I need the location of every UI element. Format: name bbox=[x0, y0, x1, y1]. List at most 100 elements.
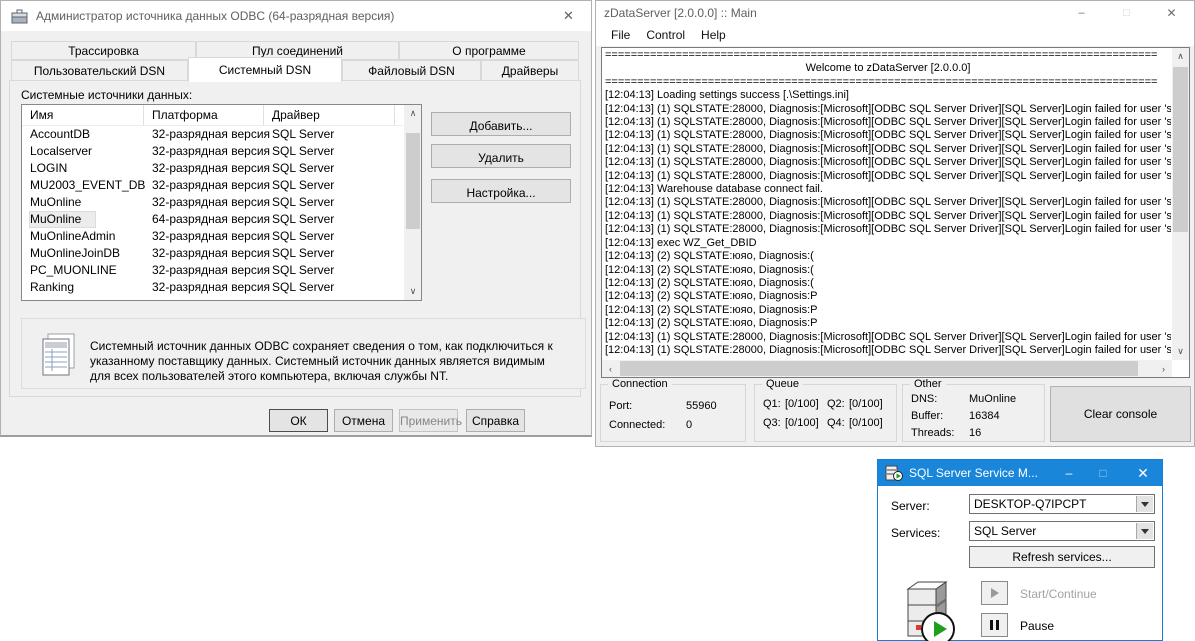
dsn-row-LOGIN[interactable]: LOGIN 32-разрядная версия SQL Server bbox=[22, 161, 403, 178]
tab-Трассировка[interactable]: Трассировка bbox=[11, 41, 196, 60]
services-label: Services: bbox=[891, 526, 941, 540]
dropdown-arrow-icon[interactable] bbox=[1136, 496, 1153, 512]
refresh-services-button[interactable]: Refresh services... bbox=[969, 546, 1155, 568]
odbc-tab-row-2: Пользовательский DSN Системный DSN Файловы… bbox=[11, 57, 579, 82]
scroll-right-icon[interactable]: › bbox=[1155, 360, 1172, 377]
console-line: [12:04:13] (1) SQLSTATE:28000, Diagnosis… bbox=[605, 169, 1171, 182]
queue-value: [0/100] bbox=[849, 398, 883, 410]
services-combobox[interactable]: SQL Server bbox=[969, 521, 1155, 541]
clear-console-button[interactable]: Clear console bbox=[1050, 386, 1191, 442]
dsn-row-Ranking[interactable]: Ranking 32-разрядная версия SQL Server bbox=[22, 280, 403, 297]
odbc-admin-window: Администратор источника данных ODBC (64-… bbox=[0, 0, 592, 437]
scrollbar-thumb[interactable] bbox=[1173, 67, 1188, 232]
scroll-up-icon[interactable]: ∧ bbox=[1172, 48, 1189, 65]
port-value: 55960 bbox=[686, 400, 717, 412]
column-header-Драйвер[interactable]: Драйвер bbox=[264, 105, 395, 125]
console-line: [12:04:13] (1) SQLSTATE:28000, Diagnosis… bbox=[605, 102, 1171, 115]
column-header-Имя[interactable]: Имя bbox=[22, 105, 144, 125]
ok-button[interactable]: ОК bbox=[269, 409, 328, 432]
console-line: [12:04:13] (1) SQLSTATE:28000, Diagnosis… bbox=[605, 209, 1171, 222]
window-title: Администратор источника данных ODBC (64-… bbox=[36, 9, 395, 23]
remove-button[interactable]: Удалить bbox=[431, 144, 571, 168]
dsn-row-MuOnlineAdmin[interactable]: MuOnlineAdmin 32-разрядная версия SQL Serv… bbox=[22, 229, 403, 246]
pause-icon bbox=[990, 620, 999, 630]
maximize-icon[interactable]: □ bbox=[1086, 460, 1120, 486]
queue-value: [0/100] bbox=[785, 398, 819, 410]
help-button[interactable]: Справка bbox=[466, 409, 525, 432]
scroll-down-icon[interactable]: ∨ bbox=[1172, 343, 1189, 360]
column-header-Платформа[interactable]: Платформа bbox=[144, 105, 264, 125]
connected-value: 0 bbox=[686, 419, 693, 431]
tab-Системный DSN[interactable]: Системный DSN bbox=[188, 57, 342, 82]
group-label: Other bbox=[910, 378, 946, 390]
close-icon[interactable]: ✕ bbox=[1149, 1, 1194, 24]
close-icon[interactable]: ✕ bbox=[546, 1, 591, 31]
menu-control[interactable]: Control bbox=[638, 28, 693, 42]
minimize-icon[interactable]: – bbox=[1052, 460, 1086, 486]
info-text: Системный источник данных ODBC сохраняет… bbox=[90, 339, 553, 383]
console-line: [12:04:13] (2) SQLSTATE:юяо, Diagnosis:P bbox=[605, 303, 818, 316]
dsn-row-MuOnline[interactable]: MuOnline 32-разрядная версия SQL Server bbox=[22, 195, 403, 212]
dsn-row-MU2003_EVENT_DB[interactable]: MU2003_EVENT_DB 32-разрядная версия SQL Se… bbox=[22, 178, 403, 195]
odbc-titlebar[interactable]: Администратор источника данных ODBC (64-… bbox=[1, 1, 591, 31]
sql-titlebar[interactable]: SQL Server Service M... – □ ✕ bbox=[878, 460, 1162, 486]
tab-Файловый DSN[interactable]: Файловый DSN bbox=[342, 60, 481, 81]
scrollbar-thumb[interactable] bbox=[406, 133, 420, 229]
tab-Драйверы[interactable]: Драйверы bbox=[481, 60, 579, 81]
console-text: ========================================… bbox=[605, 49, 1171, 360]
queue-item: Q3: [0/100] bbox=[763, 417, 827, 429]
queue-item: Q4: [0/100] bbox=[827, 417, 891, 429]
menu-help[interactable]: Help bbox=[693, 28, 734, 42]
console-hscrollbar[interactable]: ‹ › bbox=[602, 360, 1172, 377]
connection-group: Connection Port: 55960 Connected: 0 bbox=[600, 378, 746, 442]
maximize-icon[interactable]: □ bbox=[1104, 1, 1149, 24]
tab-Пользовательский DSN[interactable]: Пользовательский DSN bbox=[11, 60, 188, 81]
threads-value: 16 bbox=[969, 427, 982, 439]
dsn-row-Localserver[interactable]: Localserver 32-разрядная версия SQL Server bbox=[22, 144, 403, 161]
dsn-row-MuOnlineJoinDB[interactable]: MuOnlineJoinDB 32-разрядная версия SQL Ser… bbox=[22, 246, 403, 263]
console-line: [12:04:13] (1) SQLSTATE:28000, Diagnosis… bbox=[605, 156, 1171, 169]
queue-label: Q1: bbox=[763, 398, 781, 410]
scroll-up-icon[interactable]: ∧ bbox=[405, 105, 421, 122]
pause-button[interactable] bbox=[981, 613, 1008, 637]
add-button[interactable]: Добавить... bbox=[431, 112, 571, 136]
zds-titlebar[interactable]: zDataServer [2.0.0.0] :: Main – □ ✕ bbox=[596, 1, 1194, 24]
close-icon[interactable]: ✕ bbox=[1126, 460, 1160, 486]
info-groupbox: Системный источник данных ODBC сохраняет… bbox=[21, 318, 586, 389]
minimize-icon[interactable]: – bbox=[1059, 1, 1104, 24]
dsn-header: Имя Платформа Драйвер bbox=[22, 105, 403, 126]
cancel-button[interactable]: Отмена bbox=[334, 409, 393, 432]
play-icon bbox=[990, 588, 999, 598]
queue-group: Queue Q1: [0/100] Q2: [0/100] Q3: [0/100] Q4: [… bbox=[754, 378, 897, 442]
console-line: ========================================… bbox=[605, 75, 1158, 88]
server-console[interactable]: ========================================… bbox=[601, 47, 1190, 378]
window-title: zDataServer [2.0.0.0] :: Main bbox=[604, 5, 757, 20]
dsn-row-AccountDB[interactable]: AccountDB 32-разрядная версия SQL Server bbox=[22, 127, 403, 144]
scrollbar-thumb[interactable] bbox=[620, 361, 1138, 376]
console-line: [12:04:13] Loading settings success [.\S… bbox=[605, 89, 849, 102]
console-line: Welcome to zDataServer [2.0.0.0] bbox=[805, 62, 971, 75]
scroll-down-icon[interactable]: ∨ bbox=[405, 283, 421, 300]
column-header-blank bbox=[395, 105, 403, 125]
dns-label: DNS: bbox=[911, 393, 938, 405]
dsn-row-PC_MUONLINE[interactable]: PC_MUONLINE 32-разрядная версия SQL Server bbox=[22, 263, 403, 280]
console-line: [12:04:13] (1) SQLSTATE:28000, Diagnosis… bbox=[605, 343, 1171, 356]
dropdown-arrow-icon[interactable] bbox=[1136, 523, 1153, 539]
menu-file[interactable]: File bbox=[603, 28, 638, 42]
dsn-row-MuOnline[interactable]: MuOnline 64-разрядная версия SQL Server bbox=[22, 211, 403, 229]
scroll-left-icon[interactable]: ‹ bbox=[602, 360, 619, 377]
console-line: [12:04:13] (1) SQLSTATE:28000, Diagnosis… bbox=[605, 196, 1171, 209]
zds-menubar: File Control Help bbox=[596, 24, 1194, 46]
buffer-label: Buffer: bbox=[911, 410, 944, 422]
group-label: Queue bbox=[762, 378, 804, 390]
pause-label: Pause bbox=[1020, 619, 1055, 633]
apply-button: Применить bbox=[399, 409, 462, 432]
start-continue-button bbox=[981, 581, 1008, 605]
server-combobox[interactable]: DESKTOP-Q7IPCPT bbox=[969, 494, 1155, 514]
console-vscrollbar[interactable]: ∧ ∨ bbox=[1172, 48, 1189, 360]
list-scrollbar[interactable]: ∧ ∨ bbox=[404, 105, 421, 300]
group-label: Connection bbox=[608, 378, 672, 390]
configure-button[interactable]: Настройка... bbox=[431, 179, 571, 203]
tab-О программе[interactable]: О программе bbox=[399, 41, 579, 60]
services-value: SQL Server bbox=[974, 524, 1037, 538]
